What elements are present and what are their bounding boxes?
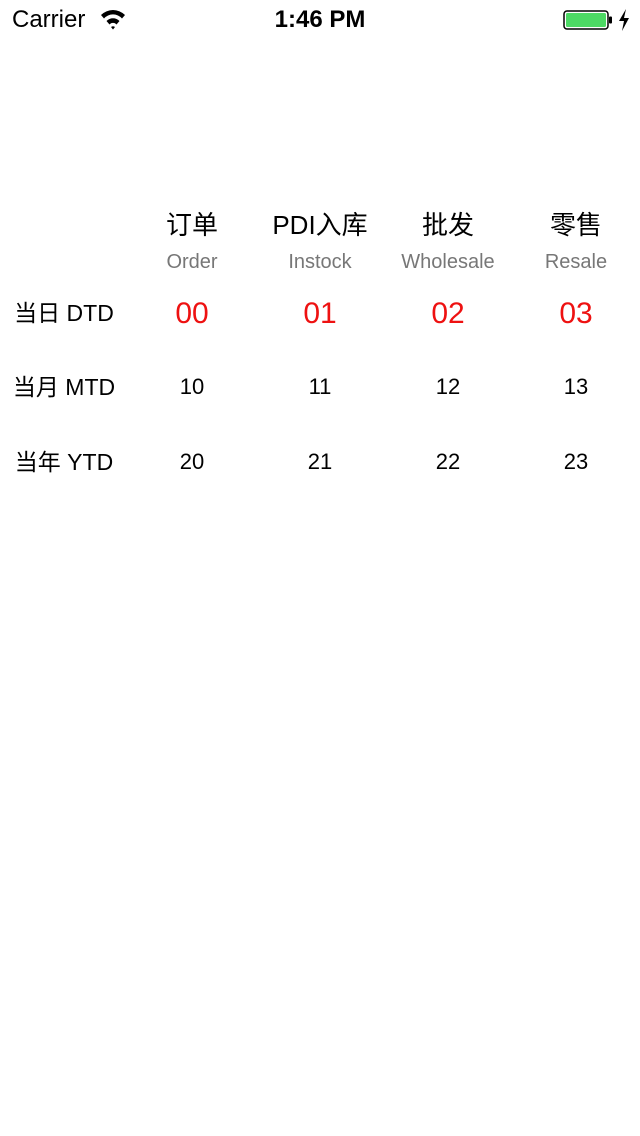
column-header-resale: 零售 (549, 210, 602, 240)
table-cell: 23 (563, 449, 589, 474)
column-subheader-instock: Instock (288, 251, 352, 273)
table-cell: 02 (431, 297, 465, 330)
table-cell: 11 (308, 374, 332, 399)
table-cell: 03 (559, 297, 593, 330)
column-header-instock: PDI入库 (272, 210, 368, 240)
table-cell: 01 (303, 297, 337, 330)
status-bar: Carrier 1:46 PM (0, 0, 640, 40)
column-subheader-order: Order (166, 251, 218, 273)
table-cell: 12 (435, 374, 461, 399)
table-cell: 10 (179, 374, 205, 399)
charging-bolt-icon (619, 9, 629, 31)
table-cell: 00 (175, 297, 209, 330)
column-subheader-wholesale: Wholesale (401, 251, 495, 273)
table-cell: 20 (179, 449, 205, 474)
column-header-order: 订单 (165, 210, 218, 240)
row-label-ytd: 当年 YTD (14, 449, 114, 475)
row-label-mtd: 当月 MTD (12, 374, 116, 400)
clock-time: 1:46 PM (274, 6, 366, 33)
column-subheader-resale: Resale (544, 251, 608, 273)
battery-icon (563, 10, 612, 30)
table-cell: 21 (307, 449, 333, 474)
table-cell: 22 (435, 449, 461, 474)
row-label-dtd: 当日 DTD (14, 300, 114, 326)
column-header-wholesale: 批发 (421, 210, 474, 240)
table-cell: 13 (563, 374, 589, 399)
